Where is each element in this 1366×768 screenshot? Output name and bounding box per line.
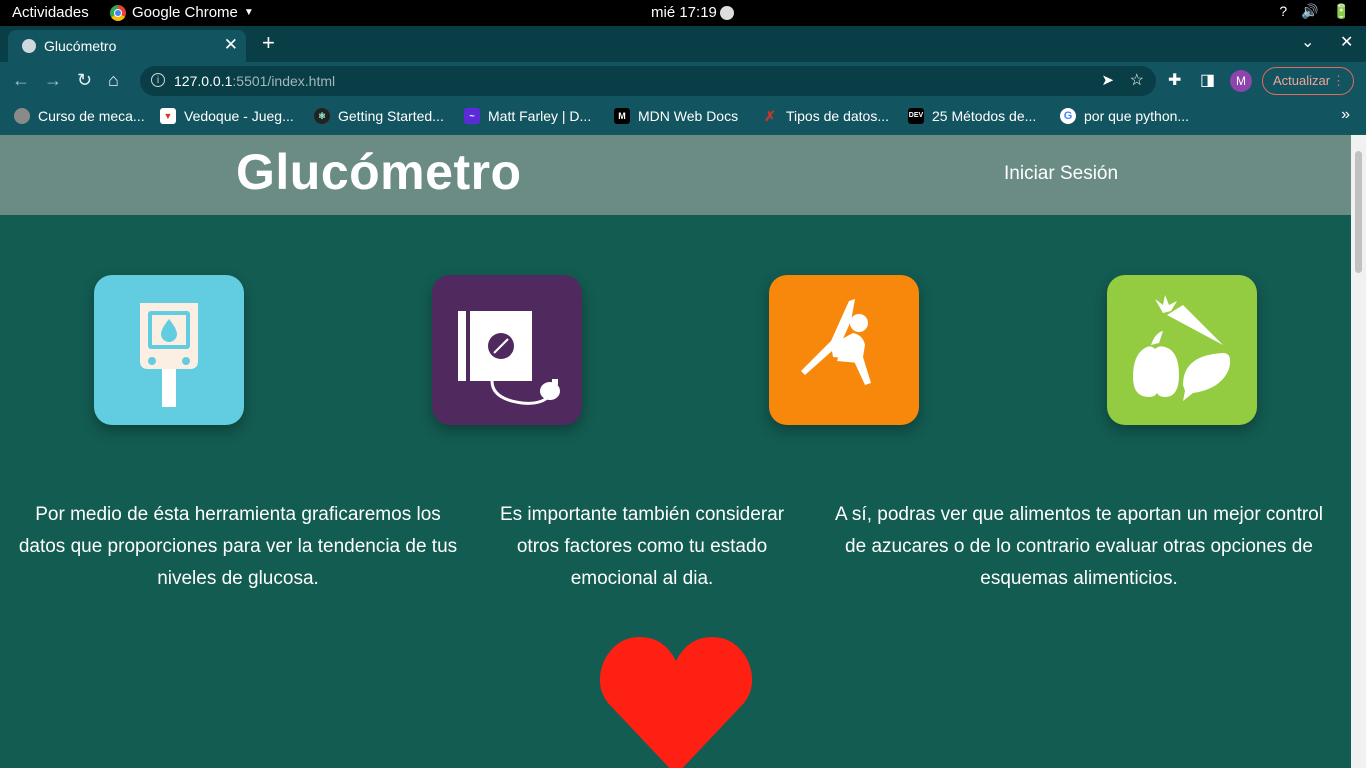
globe-icon: [14, 108, 30, 124]
close-window-icon[interactable]: ✕: [1340, 32, 1353, 52]
exercise-tile: [769, 275, 919, 425]
scrollbar-thumb[interactable]: [1355, 151, 1362, 273]
profile-avatar[interactable]: M: [1230, 70, 1252, 92]
bookmark-item[interactable]: Curso de meca...: [14, 108, 145, 124]
intro-paragraph: Por medio de ésta herramienta graficarem…: [18, 504, 458, 589]
glucometer-icon: [140, 303, 198, 407]
bookmark-item[interactable]: ⚛ Getting Started...: [314, 108, 444, 124]
close-tab-icon[interactable]: ✕: [224, 35, 238, 55]
bookmark-item[interactable]: ~ Matt Farley | D...: [464, 108, 591, 124]
x-icon: ✗: [764, 108, 776, 124]
dev-icon: DEV: [908, 108, 924, 124]
bookmark-star-icon[interactable]: ☆: [1130, 70, 1144, 90]
address-bar[interactable]: i 127.0.0.1:5501/index.html ➤ ☆: [140, 66, 1156, 96]
side-panel-icon[interactable]: ◨: [1200, 70, 1215, 90]
blood-pressure-monitor-icon: [458, 311, 560, 405]
battery-icon[interactable]: 🔋: [1333, 3, 1350, 20]
clock-text: mié 17:19: [651, 4, 717, 21]
app-menu[interactable]: Google Chrome ▼: [110, 4, 254, 21]
bookmark-item[interactable]: ✗ Tipos de datos...: [762, 108, 889, 124]
tab-search-chevron-icon[interactable]: ⌄: [1301, 32, 1314, 52]
new-tab-button[interactable]: +: [262, 30, 275, 56]
vegetables-tile: [1107, 275, 1257, 425]
globe-icon: [22, 39, 36, 53]
system-top-bar: Actividades Google Chrome ▼ mié 17:19 ? …: [0, 0, 1366, 26]
chrome-icon: [110, 4, 126, 21]
react-icon: ⚛: [314, 108, 330, 124]
matt-icon: ~: [464, 108, 480, 124]
system-tray[interactable]: ? 🔊 🔋: [1279, 3, 1350, 20]
notification-dot-icon: [719, 5, 734, 20]
bookmarks-bar: Curso de meca... ▼ Vedoque - Jueg... ⚛ G…: [0, 100, 1366, 134]
activities-button[interactable]: Actividades: [12, 4, 89, 21]
caret-down-icon: ▼: [243, 7, 254, 18]
help-icon[interactable]: ?: [1279, 3, 1287, 20]
glucometer-tile: [94, 275, 244, 425]
volume-icon[interactable]: 🔊: [1301, 3, 1318, 20]
bookmarks-overflow-icon[interactable]: »: [1341, 106, 1350, 124]
update-label: Actualizar: [1273, 73, 1331, 88]
send-to-devices-icon[interactable]: ➤: [1101, 71, 1114, 89]
vegetables-icon: [1133, 295, 1231, 401]
bookmark-item[interactable]: G por que python...: [1060, 108, 1189, 124]
vedoque-icon: ▼: [160, 108, 176, 124]
login-link[interactable]: Iniciar Sesión: [1004, 163, 1118, 185]
browser-toolbar: ← → ↻ ⌂ i 127.0.0.1:5501/index.html ➤ ☆: [0, 62, 1366, 100]
menu-kebab-icon[interactable]: ⋮: [1332, 68, 1345, 94]
bookmark-item[interactable]: DEV 25 Métodos de...: [908, 108, 1036, 124]
forward-arrow-icon[interactable]: →: [44, 70, 62, 91]
tab-title: Glucómetro: [44, 38, 117, 54]
site-header: Glucómetro Iniciar Sesión: [0, 135, 1351, 215]
home-icon[interactable]: ⌂: [108, 70, 119, 91]
food-paragraph: A sí, podras ver que alimentos te aporta…: [835, 504, 1323, 589]
app-name: Google Chrome: [132, 4, 238, 21]
tab-glucometro[interactable]: Glucómetro ✕: [8, 30, 246, 62]
web-page: Glucómetro Iniciar Sesión Por medio de é…: [0, 135, 1351, 768]
blood-pressure-tile: [432, 275, 582, 425]
factors-paragraph: Es importante también considerar otros f…: [499, 504, 785, 589]
reload-icon[interactable]: ↻: [77, 70, 92, 91]
heart-icon: [599, 635, 753, 768]
bookmark-item[interactable]: M MDN Web Docs: [614, 108, 738, 124]
exercise-icon: [801, 299, 871, 385]
site-info-icon[interactable]: i: [151, 73, 165, 87]
bookmark-item[interactable]: ▼ Vedoque - Jueg...: [160, 108, 294, 124]
mdn-icon: M: [614, 108, 630, 124]
extensions-puzzle-icon[interactable]: ✚: [1168, 70, 1181, 90]
site-title: Glucómetro: [236, 144, 522, 200]
update-button[interactable]: Actualizar ⋮: [1262, 67, 1354, 95]
google-icon: G: [1060, 108, 1076, 124]
back-arrow-icon[interactable]: ←: [12, 70, 30, 91]
tab-strip: Glucómetro ✕: [0, 26, 1366, 62]
url-text[interactable]: 127.0.0.1:5501/index.html: [174, 73, 335, 89]
clock[interactable]: mié 17:19: [651, 4, 734, 21]
page-scrollbar[interactable]: [1351, 135, 1366, 768]
